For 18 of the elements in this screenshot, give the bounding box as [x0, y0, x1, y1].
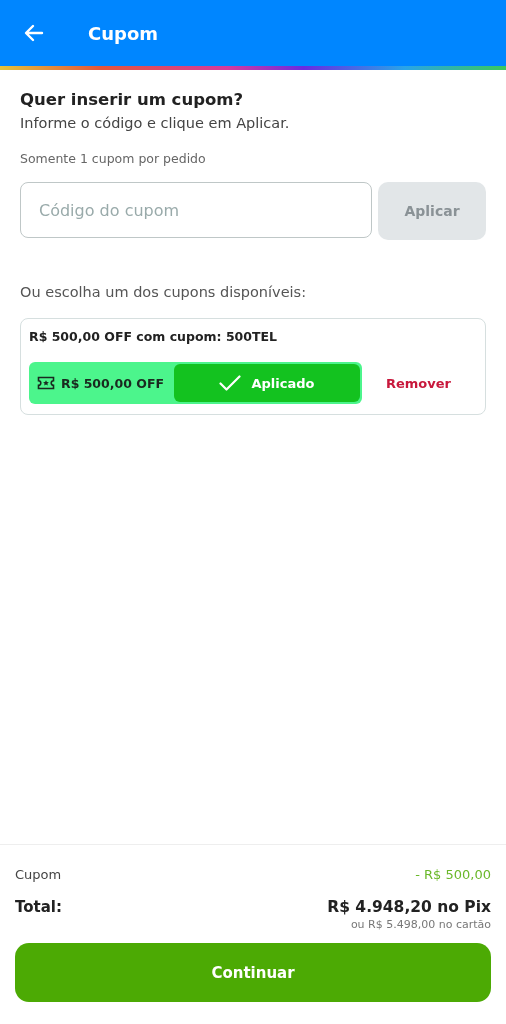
remove-link[interactable]: Remover — [382, 371, 455, 395]
card-price: ou R$ 5.498,00 no cartão — [349, 918, 491, 931]
limit-note: Somente 1 cupom por pedido — [20, 151, 207, 166]
check-icon — [219, 375, 242, 391]
section-heading: Quer inserir um cupom? — [20, 90, 245, 109]
coupon-title: R$ 500,00 OFF com cupom: 500TEL — [29, 329, 279, 344]
page-title: Cupom — [88, 22, 159, 44]
ticket-icon — [37, 376, 55, 390]
applied-status-button[interactable]: Aplicado — [173, 364, 360, 402]
available-label: Ou escolha um dos cupons disponíveis: — [20, 284, 308, 300]
continue-button[interactable]: Continuar — [15, 943, 491, 1002]
total-price: R$ 4.948,20 no Pix — [327, 898, 491, 916]
coupon-label: Cupom — [15, 867, 62, 882]
coupon-value: R$ 500,00 OFF — [61, 375, 164, 391]
instruction-text: Informe o código e clique em Aplicar. — [20, 115, 291, 131]
coupon-code-field[interactable]: Código do cupom — [20, 182, 372, 238]
coupon-discount: - R$ 500,00 — [415, 867, 491, 882]
total-label: Total: — [15, 898, 62, 916]
